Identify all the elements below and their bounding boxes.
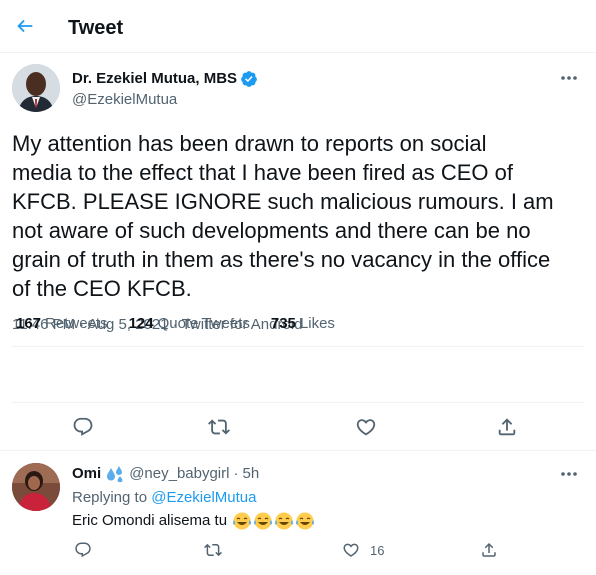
reply-actions: 16 [0, 538, 596, 562]
reply-button[interactable] [66, 410, 100, 444]
quote-tweets-label: Quote Tweets [157, 315, 250, 332]
author-avatar[interactable] [12, 64, 60, 112]
reply-reply-button[interactable] [74, 538, 92, 562]
author-name[interactable]: Dr. Ezekiel Mutua, MBS [72, 69, 258, 88]
heart-icon [356, 419, 376, 436]
quote-tweets-stat[interactable]: 124 Quote Tweets [129, 315, 250, 333]
author-handle[interactable]: @EzekielMutua [72, 91, 177, 109]
reply-text: Eric Omondi alisema tu [72, 511, 315, 531]
reply-author-handle[interactable]: @ney_babygirl [129, 464, 229, 483]
likes-label: Likes [299, 315, 335, 332]
reply-text-content: Eric Omondi alisema tu [72, 512, 228, 529]
reply-retweet-button[interactable] [204, 538, 222, 562]
retweets-label: Retweets [45, 315, 108, 332]
retweet-icon [204, 543, 222, 557]
retweets-stat[interactable]: 167 Retweets [16, 315, 108, 333]
laughing-tears-emoji-icon [254, 512, 273, 530]
reply-icon [75, 542, 91, 558]
reply-share-button[interactable] [480, 538, 498, 562]
replying-to: Replying to @EzekielMutua [72, 488, 257, 507]
tweet-actions [0, 357, 596, 436]
laughing-tears-emoji-icon [233, 512, 252, 530]
author-photo [12, 64, 60, 112]
reply-emoji-row [232, 511, 315, 531]
more-options-button[interactable] [554, 67, 584, 89]
more-dots-icon [561, 472, 577, 476]
header: Tweet [0, 0, 596, 53]
quote-tweets-count: 124 [128, 315, 154, 332]
laughing-tears-emoji-icon [296, 512, 315, 530]
retweets-count: 167 [16, 315, 42, 332]
share-icon [482, 542, 496, 557]
back-button[interactable] [8, 9, 42, 43]
more-dots-icon [561, 76, 577, 80]
sweat-droplets-icon [107, 465, 123, 482]
verified-badge-icon [241, 70, 257, 87]
reply-more-options-button[interactable] [556, 463, 582, 485]
heart-icon [343, 543, 359, 557]
retweet-icon [208, 419, 230, 435]
laughing-tears-emoji-icon [275, 512, 294, 530]
share-icon [498, 418, 516, 436]
reply-author-name[interactable]: Omi [72, 464, 101, 483]
reply-header: Omi @ney_babygirl · 5h [72, 464, 259, 483]
reply-icon [73, 417, 93, 436]
tweet-stats: 167 Retweets 124 Quote Tweets 735 Likes [16, 315, 335, 333]
divider [12, 402, 584, 403]
reply-tweet[interactable]: Omi @ney_babygirl · 5h Replying to @Ezek… [0, 450, 596, 575]
page-title: Tweet [68, 17, 124, 39]
reply-avatar[interactable] [12, 463, 60, 511]
author-name-text: Dr. Ezekiel Mutua, MBS [72, 70, 238, 87]
reply-separator: · [233, 465, 239, 482]
reply-like-button[interactable]: 16 [342, 538, 384, 562]
reply-author-photo [12, 463, 60, 511]
likes-stat[interactable]: 735 Likes [271, 315, 335, 333]
replying-to-handle-link[interactable]: @EzekielMutua [151, 489, 256, 506]
reply-like-count: 16 [370, 542, 385, 558]
tweet-text: My attention has been drawn to reports o… [12, 131, 554, 301]
share-button[interactable] [490, 410, 524, 444]
retweet-button[interactable] [202, 410, 236, 444]
replying-to-prefix: Replying to [72, 489, 148, 506]
likes-count: 735 [270, 315, 296, 332]
like-button[interactable] [349, 410, 383, 444]
divider [12, 346, 584, 347]
reply-time[interactable]: 5h [242, 464, 259, 483]
back-arrow-icon [17, 19, 33, 33]
